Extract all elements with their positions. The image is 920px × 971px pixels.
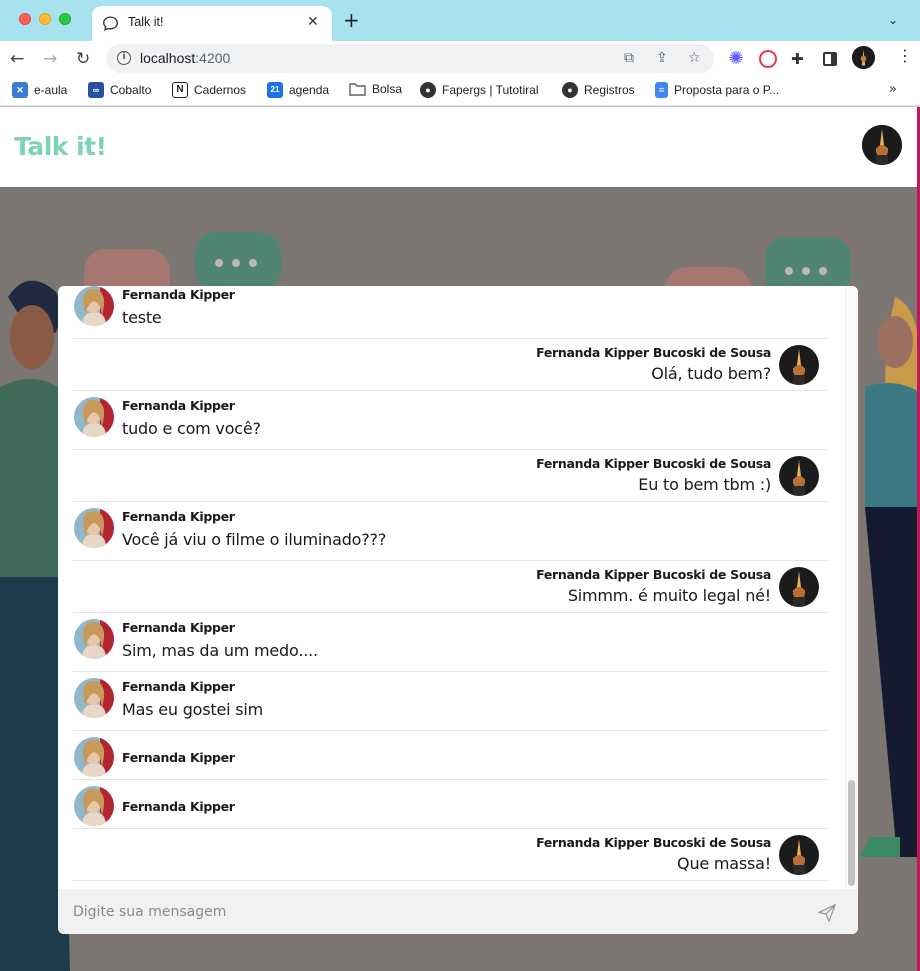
bookmarks-bar: ✕ e-aula ∞ Cobalto N Cadernos 21 agenda … [0,77,920,106]
sender-name: Fernanda Kipper Bucoski de Sousa [536,456,771,471]
message-text: Sim, mas da um medo.... [122,641,318,660]
sender-name: Fernanda Kipper [122,679,235,694]
message-outgoing: Fernanda Kipper Bucoski de Sousa Simmm. é… [73,561,827,613]
sender-avatar [74,619,114,659]
sender-avatar [74,737,114,777]
send-icon[interactable] [816,902,838,924]
sender-avatar [74,786,114,826]
sender-name: Fernanda Kipper Bucoski de Sousa [536,835,771,850]
sender-avatar [779,345,819,385]
app-header: Talk it! [0,107,919,187]
sender-avatar [779,456,819,496]
window-close-button[interactable] [19,13,31,25]
app-logo: Talk it! [14,132,107,161]
message-incoming: Fernanda Kipper tudo e com você? [73,391,827,450]
sender-avatar [779,835,819,875]
person-illustration-right [860,297,919,857]
reload-icon[interactable]: ↻ [76,49,90,69]
share-icon[interactable]: ⇪ [656,50,668,66]
sender-name: Fernanda Kipper [122,509,235,524]
message-input[interactable] [73,900,773,924]
bookmark-star-icon[interactable]: ☆ [688,50,701,66]
message-text: Simmm. é muito legal né! [567,586,771,605]
tab-strip: Talk it! ✕ + ⌄ [0,0,920,41]
e-aula-icon: ✕ [12,82,28,98]
speech-bubble-decoration [195,232,281,292]
bookmark-e-aula[interactable]: ✕ e-aula [12,82,67,98]
message-incoming: Fernanda Kipper teste [73,286,827,339]
bookmark-proposta[interactable]: ≡ Proposta para o P... [655,82,779,98]
sender-avatar [74,286,114,326]
message-list-scrollbar[interactable] [845,286,857,889]
extension-flower-icon[interactable]: ✺ [727,50,745,68]
message-incoming: Fernanda Kipper [73,731,827,780]
chat-bubble-icon [103,16,118,32]
new-tab-button[interactable]: + [343,10,360,30]
calendar-icon: 21 [267,82,283,98]
sender-avatar [74,508,114,548]
browser-toolbar: ← → ↻ i localhost:4200 ⧉ ⇪ ☆ ✺ ✚ ⋮ [0,41,920,77]
browser-tab[interactable]: Talk it! ✕ [92,6,332,41]
docs-icon: ≡ [655,82,668,98]
sender-avatar [74,397,114,437]
bookmark-cadernos[interactable]: N Cadernos [172,82,246,98]
message-incoming: Fernanda Kipper Sim, mas da um medo.... [73,613,827,672]
browser-profile-avatar[interactable] [852,46,875,69]
cobalto-icon: ∞ [88,82,104,98]
sender-avatar [779,567,819,607]
message-text: Eu to bem tbm :) [638,475,771,494]
window-maximize-button[interactable] [59,13,71,25]
translate-icon[interactable]: ⧉ [624,50,634,66]
message-text: tudo e com você? [122,419,261,438]
tab-title: Talk it! [128,15,164,29]
scrollbar-thumb[interactable] [848,780,855,886]
folder-icon [349,83,366,96]
bookmarks-overflow-button[interactable]: » [889,82,897,97]
bookmark-fapergs[interactable]: ● Fapergs | Tutotiral [420,82,539,98]
message-outgoing: Fernanda Kipper Bucoski de Sousa Olá, tud… [73,339,827,391]
message-incoming: Fernanda Kipper [73,780,827,829]
message-text: Mas eu gostei sim [122,700,263,719]
message-text: Que massa! [677,854,771,873]
back-arrow-icon[interactable]: ← [10,49,24,69]
sender-name: Fernanda Kipper Bucoski de Sousa [536,345,771,360]
sender-name: Fernanda Kipper [122,287,235,302]
message-outgoing: Fernanda Kipper Bucoski de Sousa Que mass… [73,829,827,881]
sender-name: Fernanda Kipper [122,620,235,635]
chat-panel: Fernanda Kipper teste Fernanda Kipper Buco… [58,286,858,934]
sender-name: Fernanda Kipper [122,398,235,413]
extensions-puzzle-icon[interactable]: ✚ [791,50,809,68]
site-info-icon[interactable]: i [117,51,131,65]
message-incoming: Fernanda Kipper Mas eu gostei sim [73,672,827,731]
forward-arrow-icon[interactable]: → [43,49,57,69]
address-bar[interactable]: i localhost:4200 ⧉ ⇪ ☆ [106,44,714,73]
message-composer [58,889,858,934]
window-minimize-button[interactable] [39,13,51,25]
globe-icon: ● [562,82,578,98]
message-text: teste [122,308,162,327]
side-panel-icon[interactable] [823,52,837,66]
message-text: Olá, tudo bem? [651,364,771,383]
browser-menu-icon[interactable]: ⋮ [897,48,913,64]
sender-name: Fernanda Kipper Bucoski de Sousa [536,567,771,582]
bookmark-cobalto[interactable]: ∞ Cobalto [88,82,151,98]
message-list[interactable]: Fernanda Kipper teste Fernanda Kipper Buco… [73,286,827,889]
globe-icon: ● [420,82,436,98]
sender-avatar [74,678,114,718]
sender-name: Fernanda Kipper [122,750,235,765]
message-text: Você já viu o filme o iluminado??? [122,530,387,549]
user-avatar[interactable] [862,125,902,165]
tab-search-chevron-icon[interactable]: ⌄ [888,13,898,27]
sender-name: Fernanda Kipper [122,799,235,814]
bookmark-bolsa[interactable]: Bolsa [349,82,402,96]
bookmark-registros[interactable]: ● Registros [562,82,635,98]
message-outgoing: Fernanda Kipper Bucoski de Sousa Eu to be… [73,450,827,502]
extension-record-icon[interactable] [759,50,777,68]
tab-close-icon[interactable]: ✕ [307,14,319,30]
notion-icon: N [172,82,188,98]
message-incoming: Fernanda Kipper Você já viu o filme o ilu… [73,502,827,561]
bookmark-agenda[interactable]: 21 agenda [267,82,329,98]
url-text: localhost:4200 [140,50,231,66]
